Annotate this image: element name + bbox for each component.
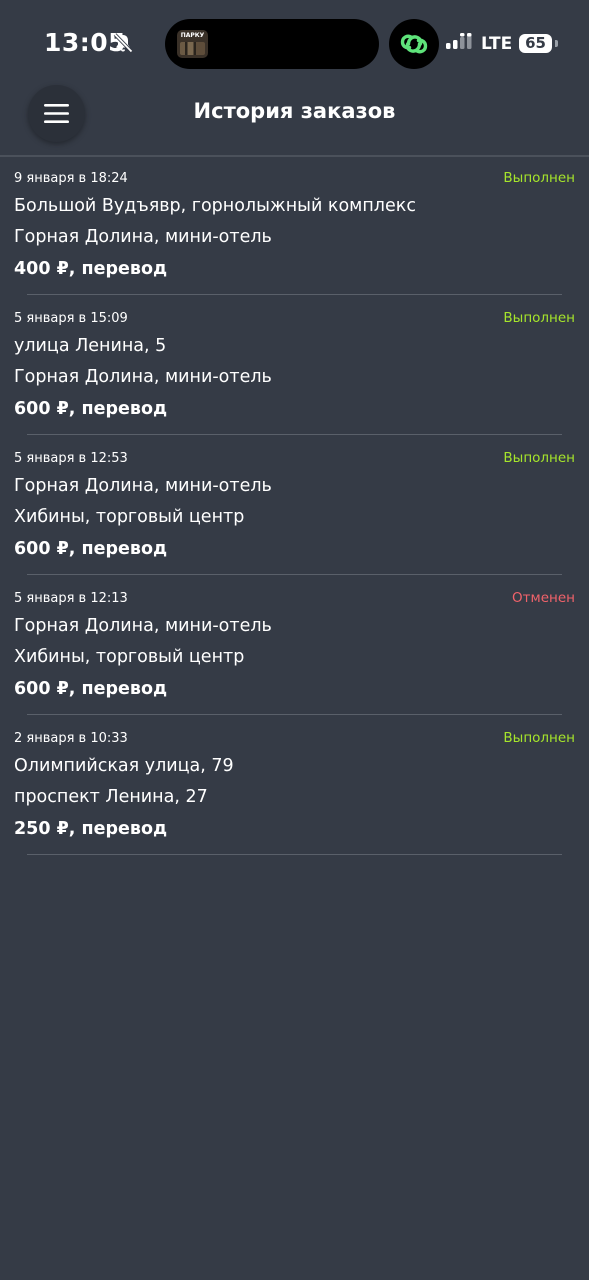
order-date: 5 января в 12:13 (14, 591, 128, 606)
now-playing-artwork: ПАРКУ (177, 30, 208, 58)
battery-icon: 65 (519, 34, 552, 53)
order-status: Выполнен (503, 310, 575, 326)
link-icon (400, 34, 428, 54)
order-pickup-address: улица Ленина, 5 (14, 336, 167, 356)
bell-muted-icon (113, 33, 133, 53)
order-divider (27, 294, 562, 295)
order-date: 5 января в 12:53 (14, 451, 128, 466)
page-title: История заказов (193, 99, 396, 123)
order-pickup-address: Горная Долина, мини-отель (14, 476, 272, 496)
order-price: 400 ₽, перевод (14, 259, 168, 279)
order-destination-address: Хибины, торговый центр (14, 507, 245, 527)
order-status: Отменен (512, 590, 575, 606)
order-divider (27, 714, 562, 715)
order-destination-address: Горная Долина, мини-отель (14, 367, 272, 387)
island-app-bubble[interactable] (389, 19, 439, 69)
order-destination-address: проспект Ленина, 27 (14, 787, 208, 807)
order-price: 600 ₽, перевод (14, 399, 168, 419)
order-status: Выполнен (503, 450, 575, 466)
order-status: Выполнен (503, 170, 575, 186)
order-date: 2 января в 10:33 (14, 731, 128, 746)
order-destination-address: Горная Долина, мини-отель (14, 227, 272, 247)
order-divider (27, 434, 562, 435)
order-pickup-address: Олимпийская улица, 79 (14, 756, 234, 776)
battery-cap (555, 40, 558, 47)
order-status: Выполнен (503, 730, 575, 746)
order-item[interactable]: 9 января в 18:24 Выполнен Большой Вудъяв… (0, 157, 589, 297)
now-playing-art-label: ПАРКУ (180, 32, 205, 39)
order-list: 9 января в 18:24 Выполнен Большой Вудъяв… (0, 157, 589, 857)
order-price: 250 ₽, перевод (14, 819, 168, 839)
order-date: 5 января в 15:09 (14, 311, 128, 326)
order-item[interactable]: 5 января в 12:13 Отменен Горная Долина, … (0, 577, 589, 717)
order-price: 600 ₽, перевод (14, 679, 168, 699)
order-item[interactable]: 2 января в 10:33 Выполнен Олимпийская ул… (0, 717, 589, 857)
signal-icon (446, 33, 472, 49)
order-pickup-address: Горная Долина, мини-отель (14, 616, 272, 636)
header: История заказов (0, 82, 589, 155)
order-divider (27, 854, 562, 855)
order-pickup-address: Большой Вудъявр, горнолыжный комплекс (14, 196, 416, 216)
order-divider (27, 574, 562, 575)
artwork-figures (180, 42, 205, 55)
order-date: 9 января в 18:24 (14, 171, 128, 186)
status-bar: 13:05 ПАРКУ LTE 65 (0, 0, 589, 88)
order-item[interactable]: 5 января в 12:53 Выполнен Горная Долина,… (0, 437, 589, 577)
battery-level: 65 (525, 34, 546, 52)
order-item[interactable]: 5 января в 15:09 Выполнен улица Ленина, … (0, 297, 589, 437)
order-price: 600 ₽, перевод (14, 539, 168, 559)
dynamic-island[interactable]: ПАРКУ (165, 19, 379, 69)
order-destination-address: Хибины, торговый центр (14, 647, 245, 667)
network-type: LTE (481, 34, 513, 54)
